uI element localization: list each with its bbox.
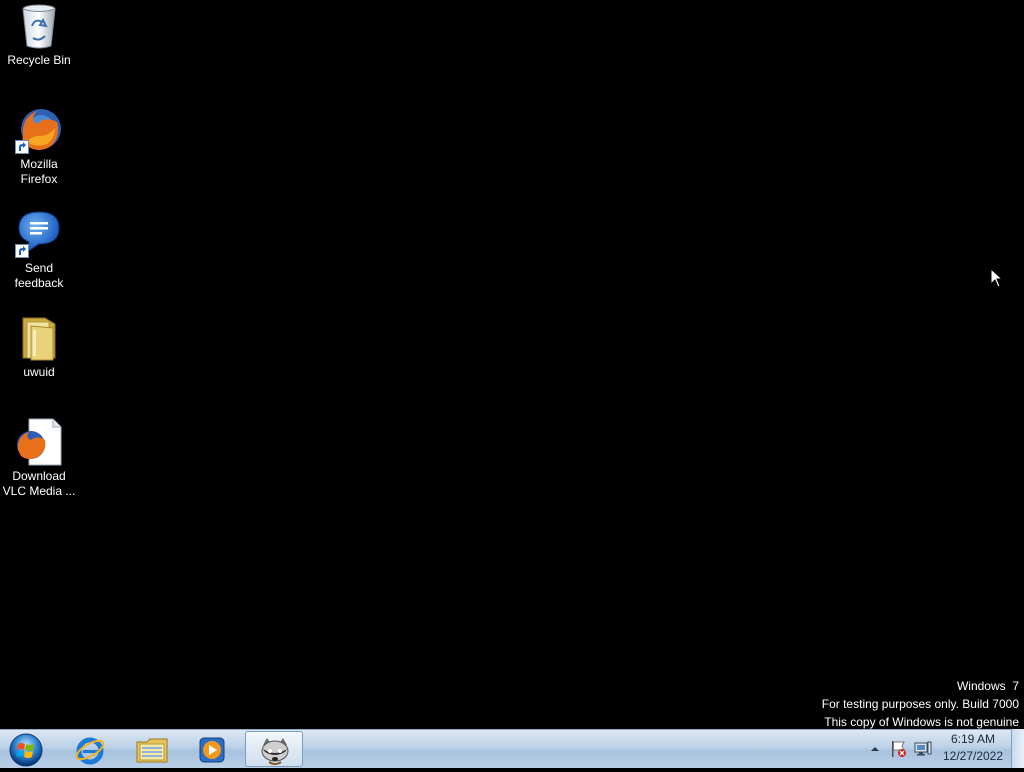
desktop-icon-label: uwuid xyxy=(23,365,55,379)
firefox-icon xyxy=(15,106,63,154)
network-icon[interactable] xyxy=(914,740,932,758)
desktop-icon-uwuid-folder[interactable]: uwuid xyxy=(0,314,78,380)
desktop-icon-label: Mozilla Firefox xyxy=(20,157,58,186)
recycle-bin-icon xyxy=(15,2,63,50)
windows-watermark: Windows 7 For testing purposes only. Bui… xyxy=(822,677,1019,731)
taskbar-raccoon-app-button[interactable] xyxy=(245,731,303,767)
show-desktop-button[interactable] xyxy=(1011,729,1024,768)
shortcut-arrow-icon xyxy=(15,244,29,258)
folder-icon xyxy=(15,314,63,362)
taskbar-clock[interactable]: 6:19 AM 12/27/2022 xyxy=(940,731,1006,765)
start-button[interactable] xyxy=(5,731,47,767)
clock-time: 6:19 AM xyxy=(950,732,996,746)
firefox-document-icon xyxy=(15,418,63,466)
desktop-icon-label: Download VLC Media ... xyxy=(2,469,76,498)
show-hidden-icons-arrow[interactable] xyxy=(868,742,882,756)
watermark-line-edition: Windows 7 xyxy=(956,679,1019,693)
action-center-flag-icon[interactable] xyxy=(890,740,908,758)
media-player-icon xyxy=(199,737,225,763)
taskbar-media-player-button[interactable] xyxy=(183,731,241,767)
desktop-icon-recycle-bin[interactable]: Recycle Bin xyxy=(0,2,78,68)
taskbar-file-explorer-button[interactable] xyxy=(122,731,180,767)
desktop-icon-label: Send feedback xyxy=(14,261,64,290)
desktop-icon-download-vlc[interactable]: Download VLC Media ... xyxy=(0,418,78,499)
feedback-icon xyxy=(15,210,63,258)
watermark-line-build: For testing purposes only. Build 7000 xyxy=(821,697,1019,711)
shortcut-arrow-icon xyxy=(15,140,29,154)
mouse-cursor-icon xyxy=(990,267,1004,293)
clock-date: 12/27/2022 xyxy=(942,749,1004,763)
raccoon-icon xyxy=(261,738,289,765)
desktop-icon-mozilla-firefox[interactable]: Mozilla Firefox xyxy=(0,106,78,187)
file-explorer-icon xyxy=(136,738,168,763)
windows-logo-icon xyxy=(9,733,43,767)
desktop-icon-send-feedback[interactable]: Send feedback xyxy=(0,210,78,291)
taskbar-internet-explorer-button[interactable] xyxy=(61,731,119,767)
desktop-icon-label: Recycle Bin xyxy=(7,53,71,67)
internet-explorer-icon xyxy=(75,737,105,765)
desktop-background[interactable]: Recycle Bin Mozilla Firefox Send feedbac… xyxy=(0,0,1024,729)
